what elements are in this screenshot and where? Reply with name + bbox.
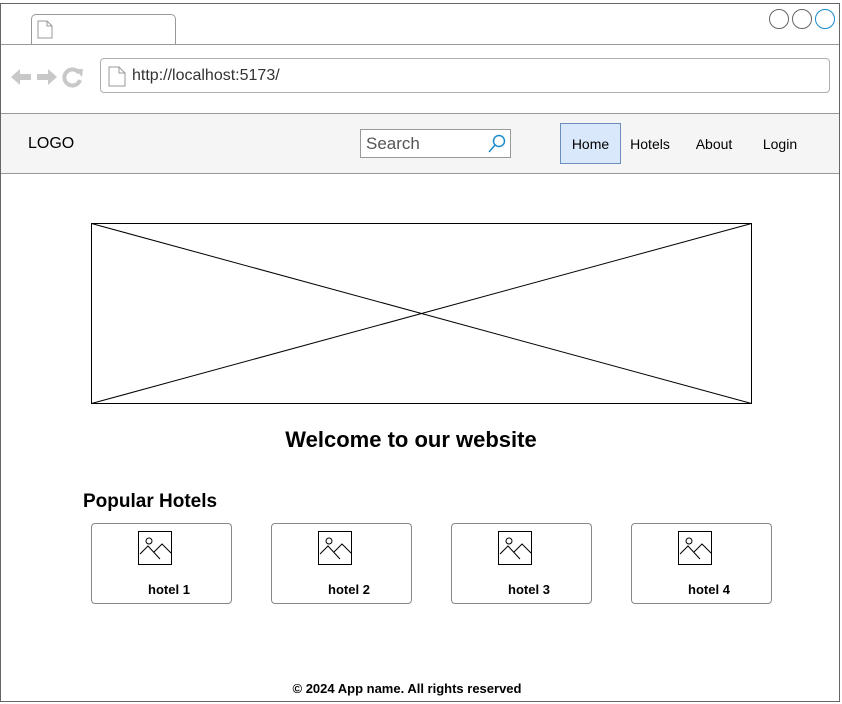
hotel-card-1[interactable]: hotel 1 bbox=[91, 523, 232, 604]
hotel-card-4[interactable]: hotel 4 bbox=[631, 523, 772, 604]
close-button[interactable] bbox=[815, 9, 835, 29]
nav-login[interactable]: Login bbox=[753, 123, 807, 164]
site-header: LOGO Search Home Hotels About Login bbox=[1, 114, 839, 174]
nav-about[interactable]: About bbox=[687, 123, 741, 164]
hotel-card-3[interactable]: hotel 3 bbox=[451, 523, 592, 604]
nav-hotels[interactable]: Hotels bbox=[623, 123, 677, 164]
welcome-title: Welcome to our website bbox=[285, 427, 537, 452]
search-input[interactable]: Search bbox=[360, 129, 511, 158]
search-icon[interactable] bbox=[487, 134, 507, 154]
address-bar[interactable]: http://localhost:5173/ bbox=[100, 58, 830, 93]
logo[interactable]: LOGO bbox=[28, 135, 74, 153]
browser-tab[interactable] bbox=[31, 14, 176, 45]
nav-home[interactable]: Home bbox=[560, 123, 621, 164]
hotel-card-label: hotel 4 bbox=[688, 582, 730, 597]
image-icon bbox=[678, 531, 712, 565]
maximize-button[interactable] bbox=[792, 9, 812, 29]
browser-nav-icons bbox=[10, 66, 84, 88]
hotel-card-label: hotel 1 bbox=[148, 582, 190, 597]
refresh-icon[interactable] bbox=[62, 66, 84, 88]
hotel-card-label: hotel 2 bbox=[328, 582, 370, 597]
back-arrow-icon[interactable] bbox=[10, 68, 32, 86]
minimize-button[interactable] bbox=[769, 9, 789, 29]
page-icon bbox=[37, 20, 53, 39]
hotel-card-label: hotel 3 bbox=[508, 582, 550, 597]
forward-arrow-icon[interactable] bbox=[36, 68, 58, 86]
hero-image-placeholder bbox=[91, 223, 752, 404]
search-placeholder: Search bbox=[366, 134, 420, 153]
tab-bar-divider bbox=[1, 44, 839, 45]
popular-hotels-title: Popular Hotels bbox=[83, 491, 218, 512]
window-controls bbox=[769, 9, 835, 29]
image-icon bbox=[318, 531, 352, 565]
footer-copyright: © 2024 App name. All rights reserved bbox=[292, 681, 522, 696]
address-url: http://localhost:5173/ bbox=[132, 67, 280, 84]
hotel-card-2[interactable]: hotel 2 bbox=[271, 523, 412, 604]
page-icon bbox=[108, 66, 126, 87]
image-icon bbox=[498, 531, 532, 565]
image-icon bbox=[138, 531, 172, 565]
browser-window: http://localhost:5173/ LOGO Search Home … bbox=[0, 3, 840, 702]
